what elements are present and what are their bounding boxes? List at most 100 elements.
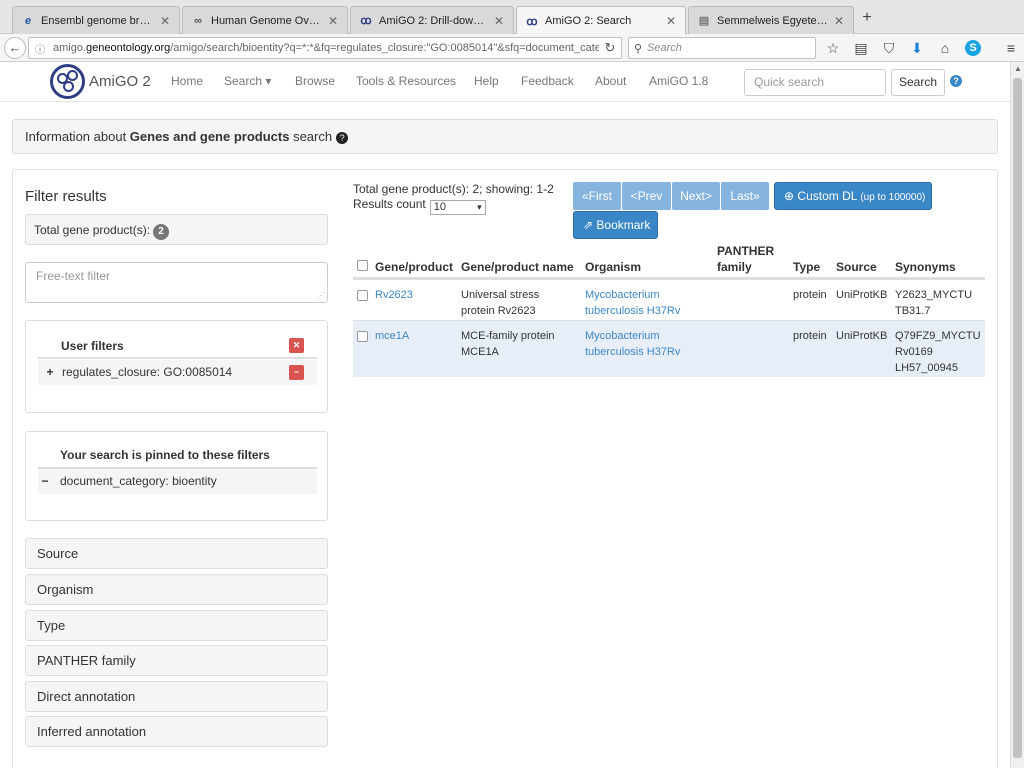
col-source[interactable]: Source bbox=[836, 259, 877, 275]
browser-navbar: ← ⓘ amigo.geneontology.org/amigo/search/… bbox=[0, 34, 1024, 62]
prev-page-button[interactable]: <Prev bbox=[622, 182, 671, 210]
close-icon[interactable]: ✕ bbox=[159, 14, 171, 28]
question-icon[interactable]: ? bbox=[336, 132, 349, 144]
gene-link[interactable]: Rv2623 bbox=[375, 287, 413, 303]
bookmark-button[interactable]: ⇗ Bookmark bbox=[573, 211, 658, 239]
browser-tab-ensembl[interactable]: e Ensembl genome browser 86 ✕ bbox=[12, 6, 180, 34]
info-bold: Genes and gene products bbox=[129, 129, 290, 144]
user-filter-text: regulates_closure: GO:0085014 bbox=[62, 365, 233, 379]
total-count-box: Total gene product(s): 2 bbox=[25, 214, 328, 245]
close-icon[interactable]: ✕ bbox=[833, 14, 845, 28]
user-filters-box: User filters ✕ + regulates_closure: GO:00… bbox=[25, 320, 328, 413]
search-icon: ⚲ bbox=[633, 42, 643, 55]
facet-direct-annotation[interactable]: Direct annotation bbox=[25, 681, 328, 712]
facet-organism[interactable]: Organism bbox=[25, 574, 328, 605]
browser-tab-human-genome[interactable]: ∞ Human Genome Overview ... ✕ bbox=[182, 6, 348, 34]
source-value: UniProtKB bbox=[836, 330, 888, 342]
amigo-icon: ꝏ bbox=[360, 15, 372, 27]
gene-link[interactable]: mce1A bbox=[375, 328, 409, 344]
info-icon[interactable]: ⓘ bbox=[33, 41, 47, 56]
quick-search-button[interactable]: Search bbox=[891, 69, 945, 96]
pinned-filter-row: − document_category: bioentity bbox=[38, 469, 317, 494]
col-synonyms[interactable]: Synonyms bbox=[895, 259, 956, 275]
reading-list-icon[interactable]: ▤ bbox=[850, 37, 872, 59]
close-icon[interactable]: ✕ bbox=[327, 14, 339, 28]
page-scrollbar[interactable]: ▲ bbox=[1010, 62, 1024, 768]
custom-dl-note: (up to 100000) bbox=[860, 192, 926, 203]
facet-panther-family[interactable]: PANTHER family bbox=[25, 645, 328, 676]
page-content: AmiGO 2 Home Search ▾ Browse Tools & Res… bbox=[0, 62, 1010, 768]
download-circle-icon: ⊕ bbox=[784, 189, 795, 203]
col-panther-family[interactable]: PANTHER family bbox=[717, 243, 777, 275]
reload-icon[interactable]: ↻ bbox=[599, 40, 621, 56]
gene-name: Universal stress protein Rv2623 bbox=[461, 289, 540, 317]
quick-search-input[interactable]: Quick search bbox=[744, 69, 886, 96]
menu-icon[interactable]: ≡ bbox=[1000, 37, 1022, 59]
organism-link[interactable]: Mycobacterium tuberculosis H37Rv bbox=[585, 287, 680, 319]
nav-help[interactable]: Help bbox=[474, 74, 499, 88]
new-tab-icon[interactable]: + bbox=[857, 8, 877, 28]
custom-download-button[interactable]: ⊕ Custom DL (up to 100000) bbox=[774, 182, 932, 210]
col-gene-product[interactable]: Gene/product bbox=[375, 259, 453, 275]
skype-icon[interactable]: S bbox=[965, 40, 981, 56]
first-page-button[interactable]: «First bbox=[573, 182, 621, 210]
browser-search-input[interactable]: ⚲ Search bbox=[628, 37, 816, 59]
nav-home[interactable]: Home bbox=[171, 74, 203, 88]
search-placeholder: Search bbox=[647, 42, 682, 54]
col-organism[interactable]: Organism bbox=[585, 259, 641, 275]
pinned-filters-title: Your search is pinned to these filters bbox=[38, 448, 317, 469]
clear-filters-icon[interactable]: ✕ bbox=[289, 338, 304, 353]
col-gene-product-name[interactable]: Gene/product name bbox=[461, 259, 574, 275]
facet-type[interactable]: Type bbox=[25, 610, 328, 641]
nav-amigo-18[interactable]: AmiGO 1.8 bbox=[649, 74, 708, 88]
bookmark-icon: ⇗ bbox=[583, 218, 594, 232]
search-info-bar[interactable]: Information about Genes and gene product… bbox=[12, 119, 998, 154]
back-arrow-icon[interactable]: ← bbox=[4, 37, 26, 59]
nav-browse[interactable]: Browse bbox=[295, 74, 335, 88]
help-icon[interactable]: ? bbox=[950, 75, 962, 87]
facet-source[interactable]: Source bbox=[25, 538, 328, 569]
type-value: protein bbox=[793, 330, 827, 342]
resize-grip-icon[interactable]: ⋰ bbox=[317, 291, 325, 300]
source-value: UniProtKB bbox=[836, 289, 888, 301]
nav-about[interactable]: About bbox=[595, 74, 626, 88]
download-icon[interactable]: ⬇ bbox=[906, 37, 928, 59]
browser-tab-amigo-search[interactable]: ꝏ AmiGO 2: Search ✕ bbox=[516, 6, 686, 35]
remove-filter-icon[interactable]: − bbox=[289, 365, 304, 380]
browser-tabbar: e Ensembl genome browser 86 ✕ ∞ Human Ge… bbox=[0, 0, 1024, 35]
scrollbar-thumb[interactable] bbox=[1013, 78, 1022, 758]
browser-tab-amigo-drilldown[interactable]: ꝏ AmiGO 2: Drill-down Brow... ✕ bbox=[350, 6, 514, 34]
results-count-row: Results count 10 bbox=[353, 197, 554, 215]
address-bar[interactable]: ⓘ amigo.geneontology.org/amigo/search/bi… bbox=[28, 37, 622, 59]
pocket-icon[interactable]: ⛉ bbox=[878, 37, 900, 59]
col-type[interactable]: Type bbox=[793, 259, 820, 275]
last-page-button[interactable]: Last» bbox=[721, 182, 769, 210]
amigo-logo-mark bbox=[50, 64, 85, 99]
row-checkbox[interactable] bbox=[357, 331, 368, 342]
logo-text: AmiGO 2 bbox=[89, 73, 151, 90]
results-count-select[interactable]: 10 bbox=[429, 200, 486, 215]
user-filter-row: + regulates_closure: GO:0085014 bbox=[38, 360, 317, 385]
free-text-filter[interactable]: Free-text filter ⋰ bbox=[25, 262, 328, 303]
bookmark-star-icon[interactable]: ☆ bbox=[822, 37, 844, 59]
gene-name: MCE-family protein MCE1A bbox=[461, 330, 555, 358]
browser-tab-semmelweis[interactable]: ▤ Semmelweis Egyetem Dokt... ✕ bbox=[688, 6, 854, 34]
amigo-logo[interactable]: AmiGO 2 bbox=[50, 64, 151, 99]
type-value: protein bbox=[793, 289, 827, 301]
close-icon[interactable]: ✕ bbox=[493, 14, 505, 28]
tab-title: Human Genome Overview ... bbox=[211, 14, 323, 27]
organism-link[interactable]: Mycobacterium tuberculosis H37Rv bbox=[585, 328, 680, 360]
nav-tools-resources[interactable]: Tools & Resources bbox=[356, 74, 456, 88]
scroll-up-icon[interactable]: ▲ bbox=[1011, 62, 1024, 76]
select-all-checkbox[interactable] bbox=[357, 260, 368, 271]
facet-inferred-annotation[interactable]: Inferred annotation bbox=[25, 716, 328, 747]
free-text-placeholder: Free-text filter bbox=[36, 269, 111, 283]
nav-search[interactable]: Search ▾ bbox=[224, 74, 271, 88]
add-filter-icon[interactable]: + bbox=[38, 360, 62, 385]
next-page-button[interactable]: Next> bbox=[672, 182, 720, 210]
row-checkbox[interactable] bbox=[357, 290, 368, 301]
close-icon[interactable]: ✕ bbox=[665, 14, 677, 28]
home-icon[interactable]: ⌂ bbox=[934, 37, 956, 59]
nav-feedback[interactable]: Feedback bbox=[521, 74, 574, 88]
bookmark-label: Bookmark bbox=[596, 218, 651, 232]
